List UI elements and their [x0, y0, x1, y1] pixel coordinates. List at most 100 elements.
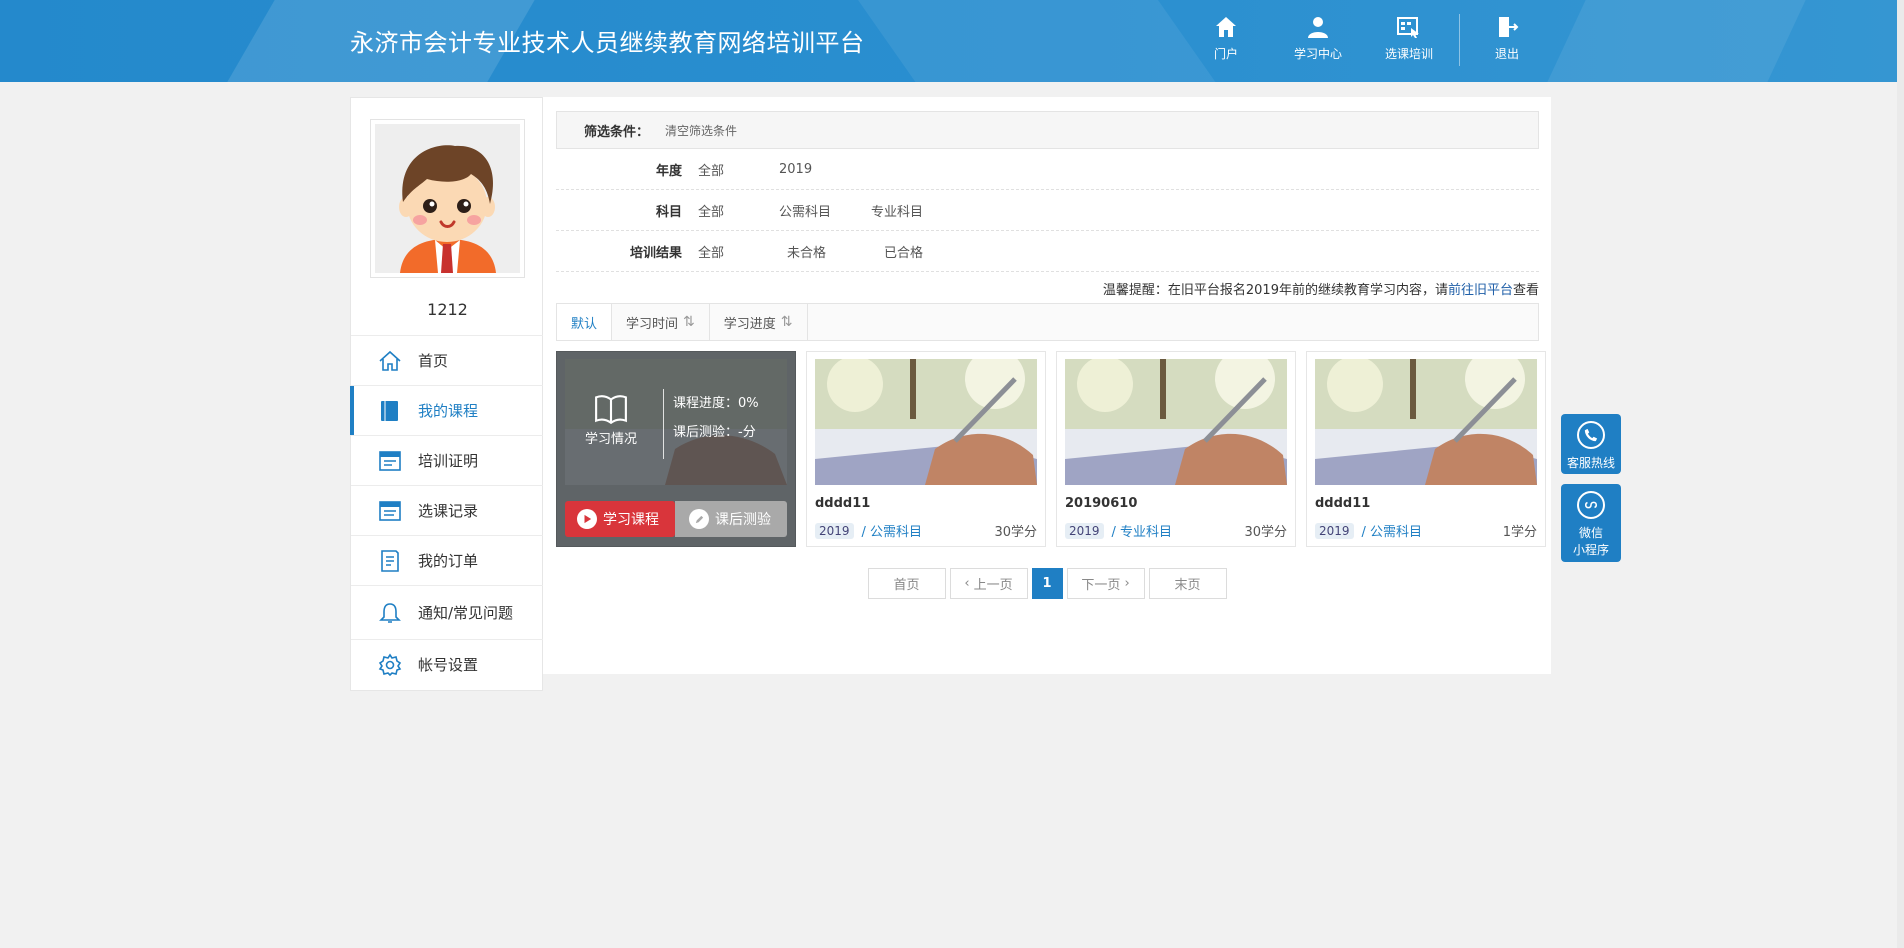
course-card[interactable]: dddd11 2019 / 公需科目 1学分: [1306, 351, 1546, 547]
study-course-button[interactable]: 学习课程: [565, 501, 675, 537]
tab-label: 学习进度: [723, 316, 776, 332]
course-card[interactable]: 20190610 2019 / 专业科目 30学分: [1056, 351, 1296, 547]
next-page-button[interactable]: 下一页 ›: [1066, 568, 1145, 599]
course-credit: 1学分: [1502, 525, 1537, 540]
tab-study-time[interactable]: 学习时间 ⇅: [612, 304, 710, 340]
home-outline-icon: [379, 350, 401, 371]
nav-portal-label: 门户: [1213, 47, 1238, 61]
sidebar-item-account-settings[interactable]: 帐号设置: [351, 639, 544, 689]
year-badge: 2019: [815, 522, 854, 539]
top-header: 永济市会计专业技术人员继续教育网络培训平台 门户 学习中心 选课培训 退出: [0, 0, 1904, 82]
study-status-overlay: 学习情况 课程进度：0% 课后测验：-分: [565, 359, 787, 485]
sidebar-item-label: 培训证明: [418, 452, 479, 470]
tip-text-suffix: 查看: [1512, 283, 1539, 298]
year-badge: 2019: [1065, 522, 1104, 539]
course-name: dddd11: [815, 496, 871, 511]
course-meta: 2019 / 公需科目 1学分: [1315, 521, 1537, 540]
sidebar-item-label: 首页: [418, 352, 449, 370]
course-meta: 2019 / 公需科目 30学分: [815, 521, 1037, 540]
pagination: 首页 ‹ 上一页 1 下一页 › 末页: [543, 568, 1551, 599]
course-card[interactable]: 学习情况 课程进度：0% 课后测验：-分 课后测验 学习课程: [556, 351, 796, 547]
study-status-label: 学习情况: [585, 432, 638, 447]
sidebar-item-my-orders[interactable]: 我的订单: [351, 535, 544, 585]
logout-icon: [1499, 17, 1519, 37]
filter-option[interactable]: 全部: [698, 201, 724, 220]
old-platform-link[interactable]: 前往旧平台: [1448, 283, 1513, 298]
filter-option[interactable]: 专业科目: [871, 201, 923, 220]
sidebar-item-home[interactable]: 首页: [351, 335, 544, 385]
filter-option[interactable]: 未合格: [787, 242, 826, 261]
overlay-divider: [663, 389, 664, 459]
course-meta: 2019 / 专业科目 30学分: [1065, 521, 1287, 540]
tip-text: 温馨提醒：在旧平台报名2019年前的继续教育学习内容，请: [1102, 283, 1448, 298]
filter-option[interactable]: 全部: [698, 160, 724, 179]
sidebar-menu: 首页 我的课程 培训证明 选课记录 我的订单 通知/常见问题 帐号设置: [350, 335, 544, 689]
chevron-left-icon: ‹: [964, 576, 974, 591]
course-credit: 30学分: [1244, 525, 1287, 540]
main-content: 筛选条件： 清空筛选条件 年度 全部 2019 科目 全部 公需科目 专业科目 …: [543, 97, 1551, 674]
hotline-button[interactable]: 客服热线: [1561, 414, 1621, 474]
nav-course-select-label: 选课培训: [1384, 47, 1433, 61]
site-title: 永济市会计专业技术人员继续教育网络培训平台: [350, 29, 865, 57]
hotline-label: 客服热线: [1566, 456, 1615, 470]
study-status: 学习情况: [585, 394, 637, 447]
last-page-button[interactable]: 末页: [1148, 568, 1227, 599]
course-thumbnail: [1315, 359, 1537, 485]
tab-study-progress[interactable]: 学习进度 ⇅: [709, 304, 808, 340]
sidebar-item-course-record[interactable]: 选课记录: [351, 485, 544, 535]
current-page-button[interactable]: 1: [1031, 568, 1063, 599]
home-icon: [1216, 17, 1236, 37]
record-icon: [379, 500, 401, 521]
course-test-label: 课后测验: [715, 512, 771, 528]
course-subject: / 公需科目: [1361, 525, 1423, 540]
course-card[interactable]: dddd11 2019 / 公需科目 30学分: [806, 351, 1046, 547]
sidebar-item-label: 帐号设置: [418, 656, 479, 674]
mini-program-label: 小程序: [1572, 543, 1609, 557]
filter-row-subject: 科目 全部 公需科目 专业科目: [556, 190, 1539, 231]
prev-page-button[interactable]: ‹ 上一页: [949, 568, 1028, 599]
first-page-button[interactable]: 首页: [867, 568, 946, 599]
course-subject: / 专业科目: [1111, 525, 1173, 540]
scrollbar[interactable]: [1897, 0, 1904, 948]
filter-option[interactable]: 2019: [779, 162, 812, 177]
nav-course-select[interactable]: 选课培训: [1369, 15, 1449, 62]
test-score: 课后测验：-分: [673, 425, 756, 440]
avatar: [370, 119, 525, 278]
course-select-icon: [1397, 17, 1419, 38]
course-thumbnail: [815, 359, 1037, 485]
tab-label: 学习时间: [626, 316, 679, 332]
sidebar-item-certificate[interactable]: 培训证明: [351, 435, 544, 485]
tab-label: 默认: [571, 316, 598, 332]
year-badge: 2019: [1315, 522, 1354, 539]
reminder-tip: 温馨提醒：在旧平台报名2019年前的继续教育学习内容，请前往旧平台查看: [1103, 279, 1539, 298]
filter-option[interactable]: 已合格: [884, 242, 923, 261]
sidebar-item-label: 我的订单: [418, 552, 479, 570]
course-test-button[interactable]: 课后测验: [675, 501, 787, 537]
bell-icon: [379, 602, 401, 623]
sort-tabs: 默认 学习时间 ⇅ 学习进度 ⇅: [556, 303, 1539, 341]
filter-row-result: 培训结果 全部 未合格 已合格: [556, 231, 1539, 272]
sidebar-item-my-courses[interactable]: 我的课程: [350, 385, 544, 435]
tab-default[interactable]: 默认: [557, 304, 613, 340]
course-image: [1065, 359, 1287, 485]
sort-icon: ⇅: [780, 314, 793, 330]
gear-icon: [378, 653, 402, 676]
sidebar-item-label: 我的课程: [418, 402, 479, 420]
sidebar-item-label: 通知/常见问题: [418, 604, 514, 622]
filter-option[interactable]: 全部: [698, 242, 724, 261]
wechat-miniprogram-button[interactable]: 微信 小程序: [1561, 484, 1621, 562]
sidebar: 1212 首页 我的课程 培训证明 选课记录 我的订单 通知/常见问题 帐号设置: [350, 97, 544, 691]
prev-page-label: 上一页: [973, 578, 1013, 593]
nav-logout[interactable]: 退出: [1467, 15, 1547, 62]
filter-key: 年度: [655, 163, 682, 179]
filter-option[interactable]: 公需科目: [779, 201, 831, 220]
nav-study-center-label: 学习中心: [1293, 47, 1342, 61]
nav-logout-label: 退出: [1494, 47, 1519, 61]
clear-filter-link[interactable]: 清空筛选条件: [665, 122, 737, 139]
course-credit: 30学分: [994, 525, 1037, 540]
nav-portal[interactable]: 门户: [1186, 15, 1266, 62]
sidebar-item-notice-faq[interactable]: 通知/常见问题: [351, 585, 544, 639]
nav-study-center[interactable]: 学习中心: [1278, 15, 1358, 62]
course-subject: / 公需科目: [861, 525, 923, 540]
open-book-icon: [595, 395, 627, 424]
